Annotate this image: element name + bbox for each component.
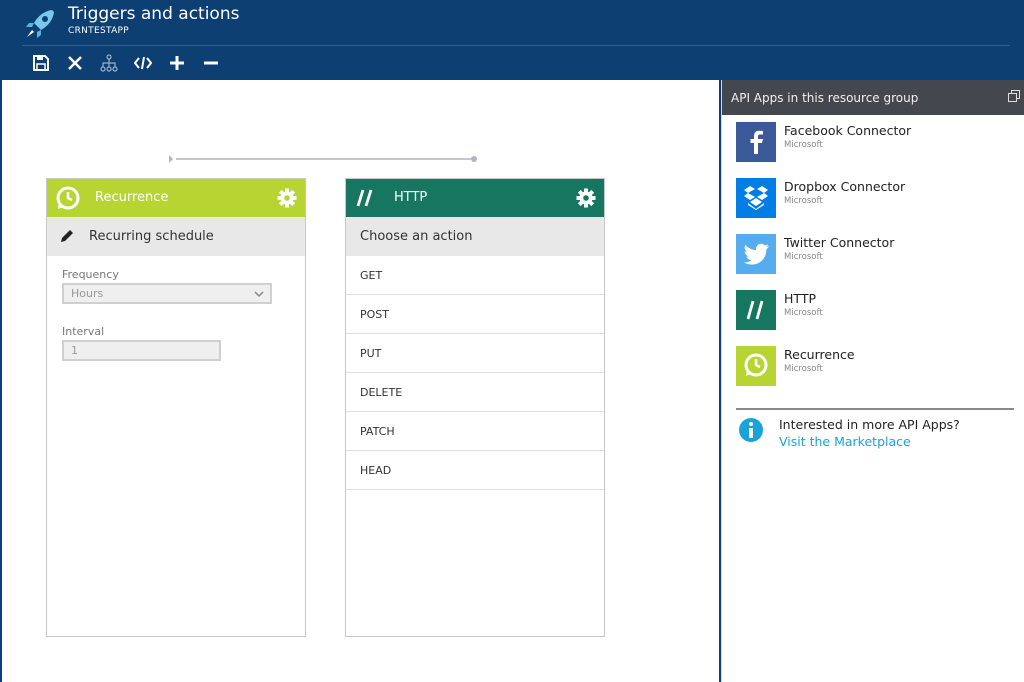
header-divider	[22, 45, 1010, 46]
rocket-icon	[26, 10, 54, 38]
recurrence-card-title: Recurrence	[95, 190, 169, 205]
action-item-put[interactable]: PUT	[346, 334, 604, 373]
app-name: Facebook Connector	[784, 123, 912, 138]
app-name: HTTP	[784, 291, 816, 306]
choose-action-label: Choose an action	[360, 229, 473, 244]
app-item-twitter[interactable]: Twitter Connector Microsoft	[736, 234, 1016, 276]
app-item-facebook[interactable]: Facebook Connector Microsoft	[736, 122, 1016, 164]
info-text: Interested in more API Apps?	[779, 417, 960, 432]
app-publisher: Microsoft	[784, 196, 823, 206]
gear-icon[interactable]	[576, 188, 596, 208]
app-publisher: Microsoft	[784, 364, 823, 374]
http-card-title: HTTP	[394, 190, 428, 205]
action-item-get[interactable]: GET	[346, 256, 604, 295]
app-publisher: Microsoft	[784, 308, 823, 318]
clock-icon	[56, 186, 80, 210]
panel-title: API Apps in this resource group	[731, 91, 919, 105]
recurrence-card: Recurrence Recurring schedule Frequency …	[46, 178, 306, 637]
app-name: Recurrence	[784, 347, 855, 362]
discard-icon	[68, 56, 82, 70]
discard-button[interactable]	[58, 50, 92, 76]
interval-label: Interval	[62, 325, 105, 338]
zoom-out-button[interactable]	[194, 50, 228, 76]
zoom-in-button[interactable]	[160, 50, 194, 76]
interval-input[interactable]: 1	[62, 340, 221, 361]
app-item-http[interactable]: HTTP Microsoft	[736, 290, 1016, 332]
marketplace-link[interactable]: Visit the Marketplace	[779, 434, 911, 449]
panel-header: API Apps in this resource group	[722, 80, 1024, 115]
page-title: Triggers and actions	[68, 4, 240, 24]
app-publisher: Microsoft	[784, 252, 823, 262]
flow-connector	[169, 155, 477, 163]
gear-icon[interactable]	[277, 188, 297, 208]
app-item-recurrence[interactable]: Recurrence Microsoft	[736, 346, 1016, 388]
save-button[interactable]	[24, 50, 58, 76]
code-view-button[interactable]	[126, 50, 160, 76]
twitter-bird-icon	[736, 234, 776, 274]
http-slash-icon	[356, 189, 373, 207]
app-name: Dropbox Connector	[784, 179, 906, 194]
recurring-schedule-subheader[interactable]: Recurring schedule	[47, 217, 305, 256]
app-publisher: Microsoft	[784, 140, 823, 150]
app-item-dropbox[interactable]: Dropbox Connector Microsoft	[736, 178, 1016, 220]
action-item-post[interactable]: POST	[346, 295, 604, 334]
panel-divider	[736, 408, 1014, 410]
zoom-out-icon	[204, 61, 218, 65]
hierarchy-icon	[100, 54, 118, 72]
facebook-icon	[736, 122, 776, 162]
toolbar	[24, 50, 228, 76]
action-item-head[interactable]: HEAD	[346, 451, 604, 490]
http-card: HTTP Choose an action GET POST PUT DELET…	[345, 178, 605, 637]
http-card-header: HTTP	[346, 179, 604, 217]
app-name: Twitter Connector	[784, 235, 895, 250]
dropbox-icon	[736, 178, 776, 218]
action-item-patch[interactable]: PATCH	[346, 412, 604, 451]
recurring-schedule-label: Recurring schedule	[89, 229, 214, 244]
clock-icon	[736, 346, 776, 386]
action-item-delete[interactable]: DELETE	[346, 373, 604, 412]
frequency-label: Frequency	[62, 268, 119, 281]
info-icon	[739, 418, 763, 442]
http-slash-icon	[736, 290, 776, 330]
frequency-select[interactable]: Hours	[62, 283, 272, 304]
blade-header: Triggers and actions CRNTESTAPP	[0, 0, 1024, 80]
api-apps-panel: API Apps in this resource group Facebook…	[721, 80, 1024, 682]
code-view-icon	[134, 56, 152, 70]
zoom-in-icon	[170, 56, 184, 70]
choose-action-subheader: Choose an action	[346, 217, 604, 256]
frequency-value: Hours	[71, 287, 104, 300]
hierarchy-button[interactable]	[92, 50, 126, 76]
page-subtitle: CRNTESTAPP	[68, 26, 129, 36]
chevron-down-icon	[254, 291, 264, 298]
pencil-icon	[61, 230, 73, 242]
restore-window-icon[interactable]	[1008, 90, 1020, 102]
save-icon	[33, 55, 49, 71]
recurrence-card-header: Recurrence	[47, 179, 305, 217]
